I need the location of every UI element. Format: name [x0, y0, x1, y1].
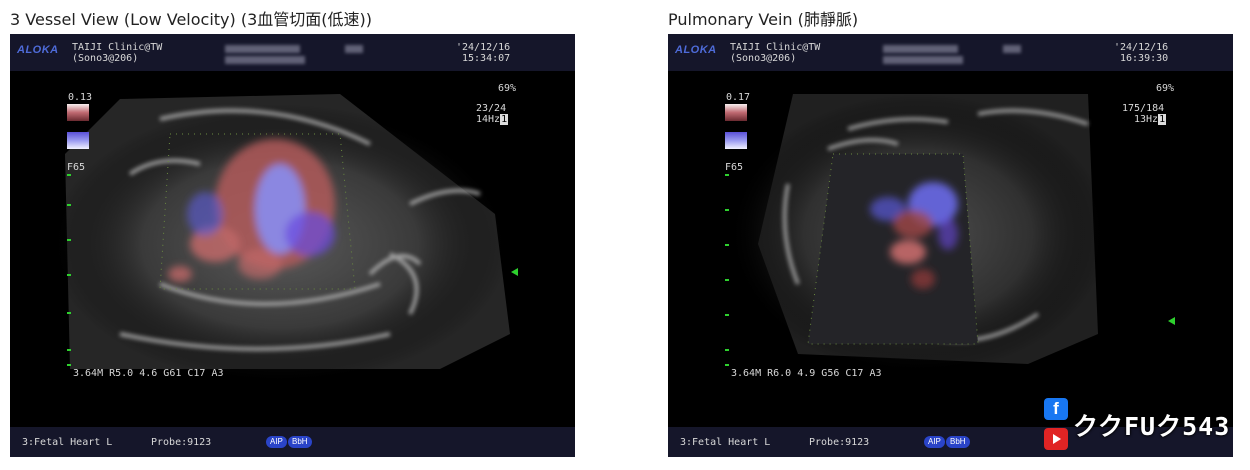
preset-label: 3:Fetal Heart L: [22, 437, 113, 448]
depth-tick: [725, 349, 729, 351]
exam-date: '24/12/16: [456, 42, 511, 53]
depth-tick: [725, 364, 729, 366]
depth-tick: [725, 279, 729, 281]
depth-tick: [67, 239, 71, 241]
sono-id: (Sono3@206): [72, 53, 139, 64]
depth-tick: [67, 274, 71, 276]
clinic-name: TAIJI Clinic@TW: [730, 42, 821, 53]
frame-ratio: 23/24: [476, 103, 507, 114]
color-scale-negative: [725, 132, 747, 149]
depth-tick: [67, 312, 71, 314]
probe-label: Probe:9123: [151, 437, 212, 448]
clinic-name: TAIJI Clinic@TW: [72, 42, 163, 53]
depth-tick: [725, 244, 729, 246]
watermark-logo-text: ククFUク543: [1073, 412, 1231, 441]
velocity-scale-value: 0.13: [68, 92, 93, 103]
depth-tick: [67, 349, 71, 351]
velocity-scale-value: 0.17: [726, 92, 751, 103]
probe-label: Probe:9123: [809, 437, 870, 448]
depth-tick: [67, 204, 71, 206]
facebook-icon: f: [1044, 398, 1068, 420]
sono-id: (Sono3@206): [730, 53, 797, 64]
aloka-logo: ALOKA: [17, 44, 59, 56]
redacted-patient-name: [225, 56, 305, 64]
right-image-caption: Pulmonary Vein (肺靜脈): [668, 10, 859, 29]
scan-parameters: 3.64M R6.0 4.9 G56 C17 A3: [731, 368, 882, 379]
depth-tick: [67, 364, 71, 366]
exam-time: 16:39:30: [1120, 53, 1169, 64]
exam-time: 15:34:07: [462, 53, 511, 64]
redacted-patient-id: [225, 45, 300, 53]
scan-parameters: 3.64M R5.0 4.6 G61 C17 A3: [73, 368, 224, 379]
bbh-badge: BbH: [946, 436, 970, 448]
color-scale-negative: [67, 132, 89, 149]
depth-tick: [725, 174, 729, 176]
ultrasound-image-left: ALOKA TAIJI Clinic@TW (Sono3@206) '24/12…: [10, 34, 575, 457]
preset-label: 3:Fetal Heart L: [680, 437, 771, 448]
depth-tick: [725, 209, 729, 211]
focus-marker-icon: [511, 268, 518, 276]
redacted-patient-name: [883, 56, 963, 64]
redacted-patient-id: [883, 45, 958, 53]
frame-rate: 13Hz1: [1134, 114, 1167, 125]
bbh-badge: BbH: [288, 436, 312, 448]
focus-marker-icon: [1168, 317, 1175, 325]
depth-tick: [725, 314, 729, 316]
filter-label: F65: [725, 162, 744, 173]
color-scale-positive: [725, 104, 747, 121]
left-scan-graphic: [50, 94, 510, 384]
aloka-logo: ALOKA: [675, 44, 717, 56]
gain-percent: 69%: [498, 83, 517, 94]
color-scale-positive: [67, 104, 89, 121]
left-image-caption: 3 Vessel View (Low Velocity) (3血管切面(低速)): [10, 10, 372, 29]
redacted-field: [1003, 45, 1021, 53]
filter-label: F65: [67, 162, 86, 173]
frame-ratio: 175/184: [1122, 103, 1165, 114]
right-scan-graphic: [728, 94, 1108, 374]
youtube-icon: [1044, 428, 1068, 450]
redacted-field: [345, 45, 363, 53]
depth-tick: [67, 174, 71, 176]
exam-date: '24/12/16: [1114, 42, 1169, 53]
aip-badge: AIP: [924, 436, 945, 448]
aip-badge: AIP: [266, 436, 287, 448]
gain-percent: 69%: [1156, 83, 1175, 94]
ultrasound-image-right: ALOKA TAIJI Clinic@TW (Sono3@206) '24/12…: [668, 34, 1233, 457]
frame-rate: 14Hz1: [476, 114, 509, 125]
